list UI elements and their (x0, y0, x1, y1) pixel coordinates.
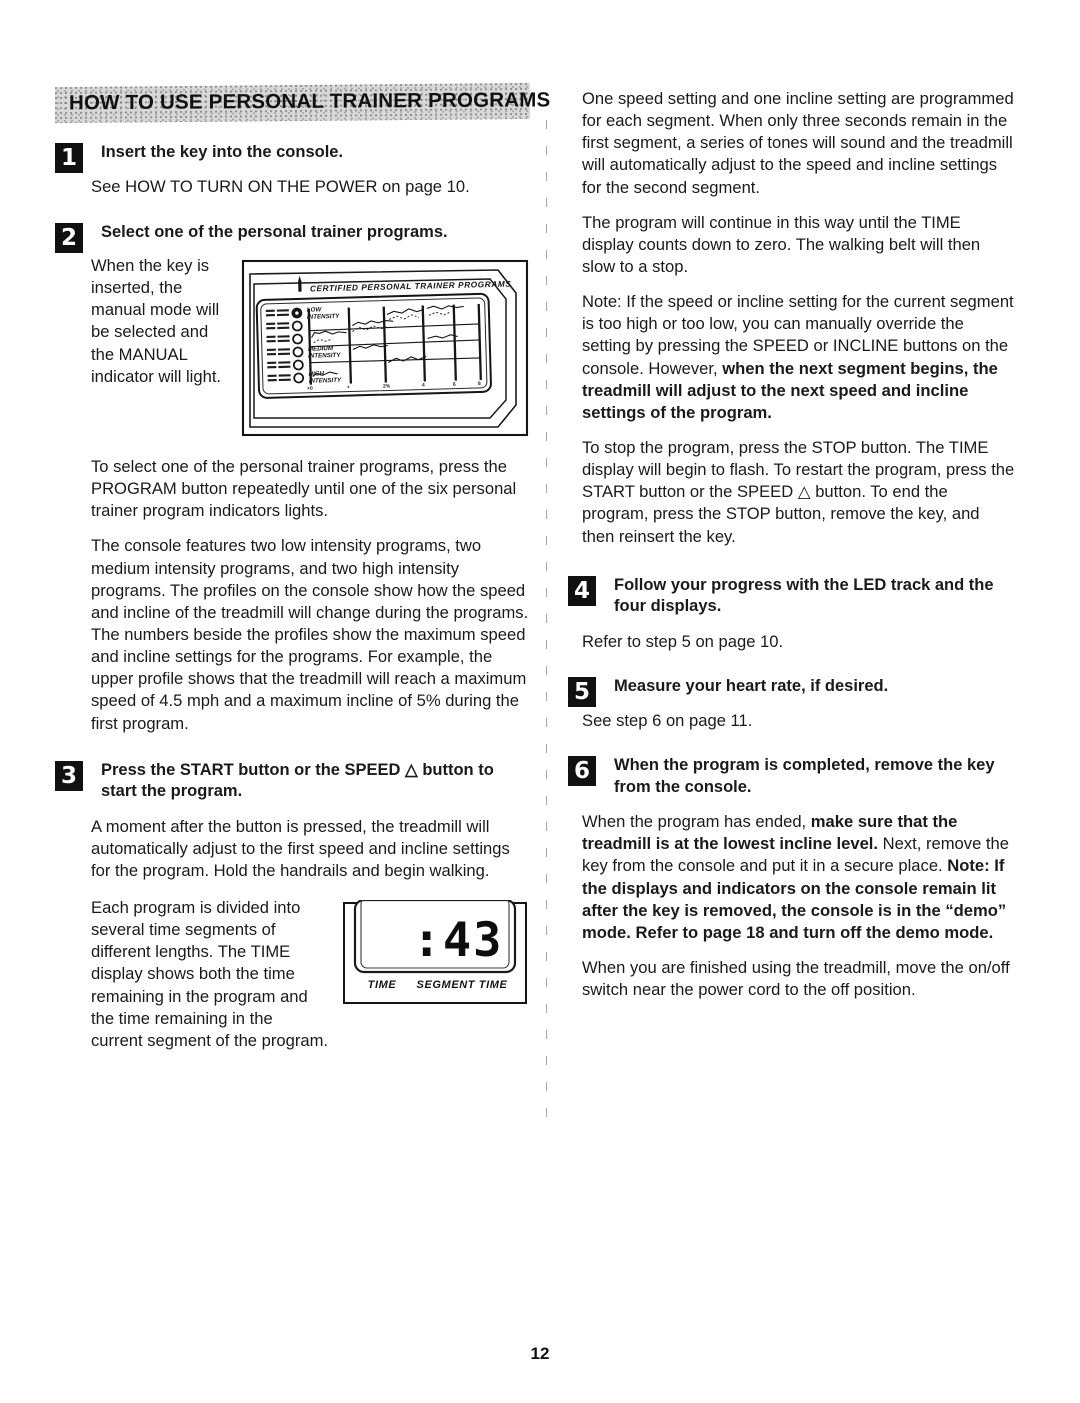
manual-page: HOW TO USE PERSONAL TRAINER PROGRAMS 1 I… (0, 0, 1080, 1403)
step-4-title: Follow your progress with the LED track … (614, 575, 994, 616)
step-number-badge: 4 (568, 575, 596, 606)
svg-text:INTENSITY: INTENSITY (309, 377, 342, 385)
step-3-paragraph-1: A moment after the button is pressed, th… (91, 816, 510, 880)
step-number-badge: 3 (55, 760, 83, 791)
step-2-paragraph-1: To select one of the personal trainer pr… (91, 457, 517, 521)
left-column: HOW TO USE PERSONAL TRAINER PROGRAMS 1 I… (55, 82, 550, 1052)
final-plain-1: When the program has ended, (582, 812, 811, 832)
led-value-text: :43 (413, 913, 504, 968)
step-6: 6 When the program is completed, remove … (568, 754, 1015, 798)
step-1-body: See HOW TO TURN ON THE POWER on page 10. (91, 177, 470, 197)
led-display-illustration: :43 TIME SEGMENT TIME (340, 900, 530, 1012)
svg-text:4: 4 (422, 382, 425, 388)
svg-text:CERTIFIED PERSONAL TRAINER PRO: CERTIFIED PERSONAL TRAINER PROGRAMS (310, 279, 512, 294)
step-5-body: See step 6 on page 11. (582, 711, 753, 731)
section-banner: HOW TO USE PERSONAL TRAINER PROGRAMS (55, 82, 550, 124)
step-number-badge: 5 (568, 676, 596, 707)
console-illustration: CERTIFIED PERSONAL TRAINER PROGRAMS LOW … (240, 257, 530, 439)
svg-text:INTENSITY: INTENSITY (307, 313, 340, 321)
step-2-title: Select one of the personal trainer progr… (101, 222, 448, 241)
step-number-badge: 1 (55, 143, 83, 173)
step-3-title: Press the START button or the SPEED △ bu… (101, 760, 494, 801)
console-figure-wrap: CERTIFIED PERSONAL TRAINER PROGRAMS LOW … (55, 255, 530, 443)
svg-text:INTENSITY: INTENSITY (308, 352, 341, 360)
svg-text:8: 8 (478, 381, 481, 387)
page-number: 12 (530, 1344, 550, 1363)
section-heading: HOW TO USE PERSONAL TRAINER PROGRAMS (69, 88, 551, 115)
svg-text:2%: 2% (383, 383, 391, 389)
step-5: 5 Measure your heart rate, if desired. (568, 675, 1015, 707)
right-column: One speed setting and one incline settin… (568, 88, 1015, 1001)
right-paragraph-4: To stop the program, press the STOP butt… (582, 437, 1015, 546)
step-6-final-paragraph: When the program has ended, make sure th… (568, 811, 1015, 944)
step-6-title: When the program is completed, remove th… (614, 756, 995, 796)
step-2-paragraph-2: The console features two low intensity p… (91, 536, 529, 733)
right-note-paragraph: Note: If the speed or incline setting fo… (568, 291, 1015, 424)
svg-text:6: 6 (453, 382, 456, 388)
column-divider (546, 120, 547, 1130)
led-label-segment-time: SEGMENT TIME (417, 979, 508, 991)
step-number-badge: 6 (568, 756, 596, 787)
step-5-title: Measure your heart rate, if desired. (614, 676, 889, 695)
right-paragraph-2: The program will continue in this way un… (582, 212, 981, 276)
step-6-closing-paragraph: When you are finished using the treadmil… (582, 957, 1010, 1000)
svg-text:+: + (347, 385, 350, 391)
svg-text:+0: +0 (307, 386, 313, 392)
led-figure-wrap: :43 TIME SEGMENT TIME Each program is di… (55, 897, 530, 1052)
step-4-body: Refer to step 5 on page 10. (582, 631, 784, 651)
step-1: 1 Insert the key into the console. (55, 141, 530, 173)
right-paragraph-1: One speed setting and one incline settin… (582, 89, 1014, 197)
step-number-badge: 2 (55, 222, 83, 253)
step-4: 4 Follow your progress with the LED trac… (568, 574, 1015, 618)
step-1-title: Insert the key into the console. (101, 143, 344, 161)
led-label-time: TIME (368, 979, 397, 991)
step-2: 2 Select one of the personal trainer pro… (55, 221, 530, 253)
step-3: 3 Press the START button or the SPEED △ … (55, 759, 530, 803)
